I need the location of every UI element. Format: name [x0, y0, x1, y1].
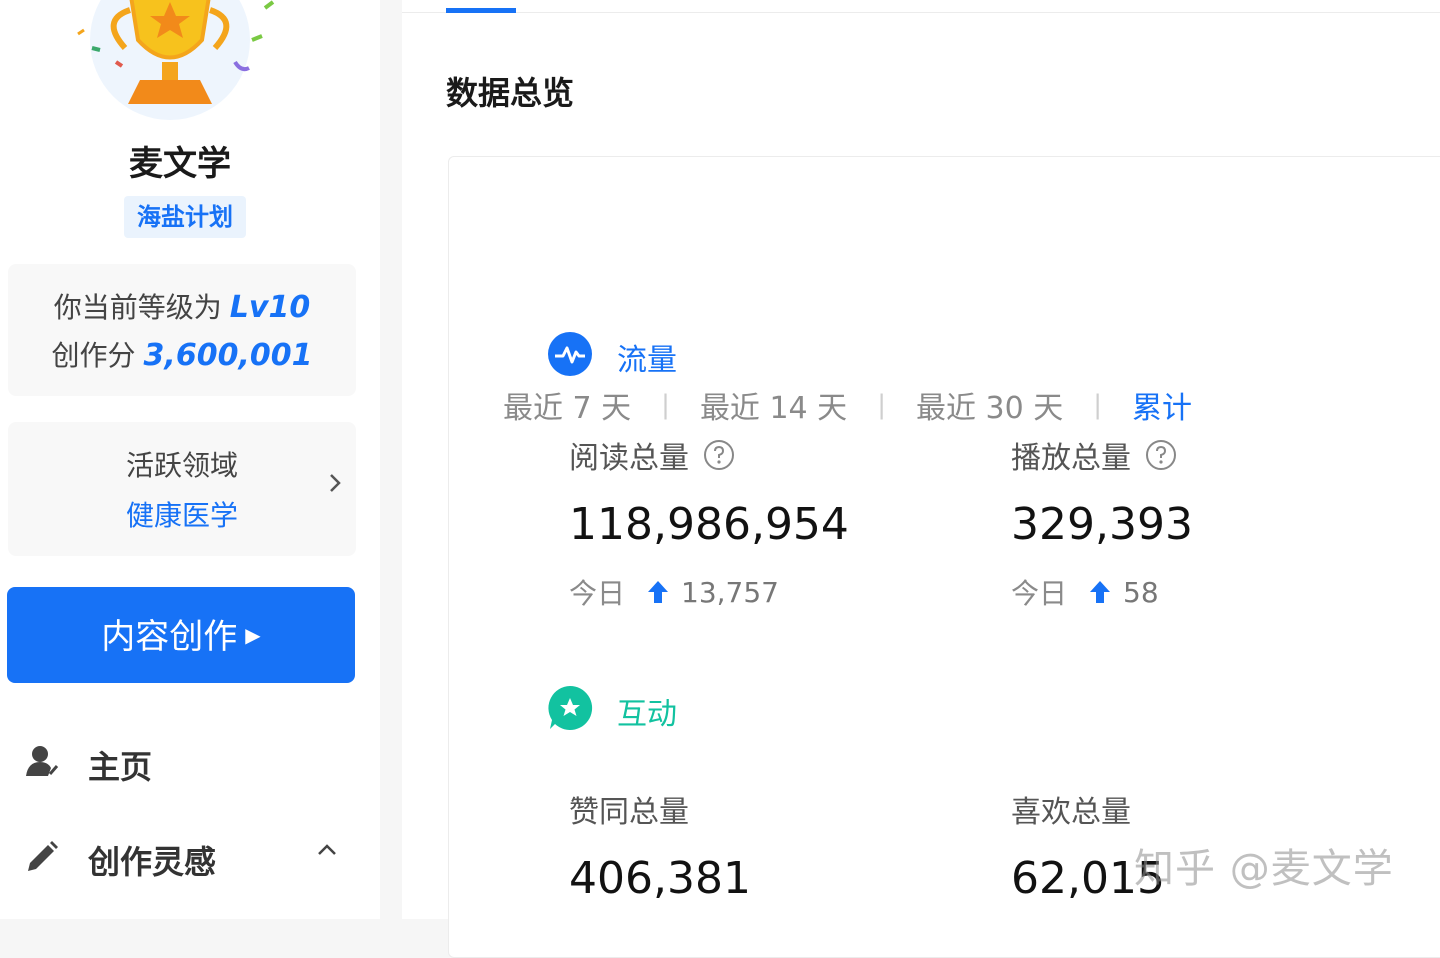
tab-last-7-days[interactable]: 最近 7 天	[503, 383, 631, 427]
metric-label: 阅读总量	[569, 433, 849, 477]
metric-value: 329,393	[1011, 499, 1193, 550]
plan-badge[interactable]: 海盐计划	[124, 196, 246, 238]
help-icon[interactable]	[703, 439, 735, 471]
metric-today: 今日 13,757	[569, 572, 849, 612]
metric-reads: 阅读总量 118,986,954 今日 13,757	[569, 433, 849, 612]
chevron-right-icon	[330, 474, 341, 492]
metric-label-text: 阅读总量	[569, 441, 689, 476]
nav-label-home: 主页	[88, 748, 153, 786]
metric-label-text: 喜欢总量	[1011, 795, 1131, 830]
user-icon	[26, 746, 59, 776]
main-content: 数据总览 最近 7 天 | 最近 14 天 | 最近 30 天 | 累计 流量 …	[402, 0, 1440, 958]
today-label: 今日	[569, 577, 626, 610]
star-bubble-icon	[548, 685, 593, 730]
metric-value: 118,986,954	[569, 499, 849, 550]
nav-item-inspiration[interactable]: 创作灵感	[24, 827, 354, 887]
domain-title: 活跃领域	[125, 449, 238, 482]
today-value: 13,757	[681, 575, 779, 609]
content-create-label: 内容创作	[101, 617, 238, 657]
metric-label-text: 播放总量	[1011, 441, 1131, 476]
metric-label: 播放总量	[1011, 433, 1193, 477]
help-icon[interactable]	[1145, 439, 1177, 471]
score-line: 创作分 3,600,001	[8, 338, 356, 374]
metric-label-text: 赞同总量	[569, 795, 689, 830]
sidebar: 麦文学 海盐计划 你当前等级为 Lv10 创作分 3,600,001 活跃领域 健康…	[0, 0, 380, 919]
tab-separator: |	[877, 390, 886, 420]
metric-plays: 播放总量 329,393 今日 58	[1011, 433, 1193, 612]
page-title: 数据总览	[446, 74, 575, 112]
active-tab-indicator	[446, 8, 516, 13]
nav-label-inspiration: 创作灵感	[88, 843, 217, 881]
watermark: 知乎 @麦文学	[1134, 846, 1394, 892]
metric-label: 喜欢总量	[1011, 787, 1165, 831]
level-line: 你当前等级为 Lv10	[8, 290, 356, 326]
caret-right-icon: ▶	[245, 623, 261, 647]
arrow-up-icon	[648, 581, 669, 603]
chevron-up-icon[interactable]	[316, 843, 338, 857]
group-label-traffic: 流量	[617, 343, 677, 378]
tab-cumulative[interactable]: 累计	[1132, 383, 1192, 427]
metric-likes: 赞同总量 406,381	[569, 787, 751, 904]
trophy-icon	[77, 0, 275, 120]
tab-separator: |	[661, 390, 670, 420]
level-prefix: 你当前等级为	[53, 291, 222, 324]
period-tabs: 最近 7 天 | 最近 14 天 | 最近 30 天 | 累计	[503, 383, 1192, 427]
domain-value: 健康医学	[125, 499, 238, 532]
tab-separator: |	[1093, 390, 1102, 420]
active-domain-card[interactable]: 活跃领域 健康医学	[8, 422, 356, 556]
user-name: 麦文学	[129, 144, 231, 184]
top-divider	[402, 12, 1440, 13]
metric-today: 今日 58	[1011, 572, 1193, 612]
arrow-up-icon	[1090, 581, 1111, 603]
group-label-interaction: 互动	[617, 697, 677, 732]
today-label: 今日	[1011, 577, 1068, 610]
score-value: 3,600,001	[143, 338, 313, 373]
pencil-icon	[28, 841, 58, 871]
score-prefix: 创作分	[51, 339, 136, 372]
content-create-button[interactable]: 内容创作 ▶	[7, 587, 355, 683]
metric-value: 406,381	[569, 853, 751, 904]
nav-item-home[interactable]: 主页	[24, 732, 354, 792]
today-value: 58	[1123, 575, 1159, 609]
tab-last-14-days[interactable]: 最近 14 天	[700, 383, 847, 427]
level-card: 你当前等级为 Lv10 创作分 3,600,001	[8, 264, 356, 396]
metric-label: 赞同总量	[569, 787, 751, 831]
level-value: Lv10	[229, 290, 311, 325]
tab-last-30-days[interactable]: 最近 30 天	[916, 383, 1063, 427]
pulse-icon	[548, 332, 592, 376]
